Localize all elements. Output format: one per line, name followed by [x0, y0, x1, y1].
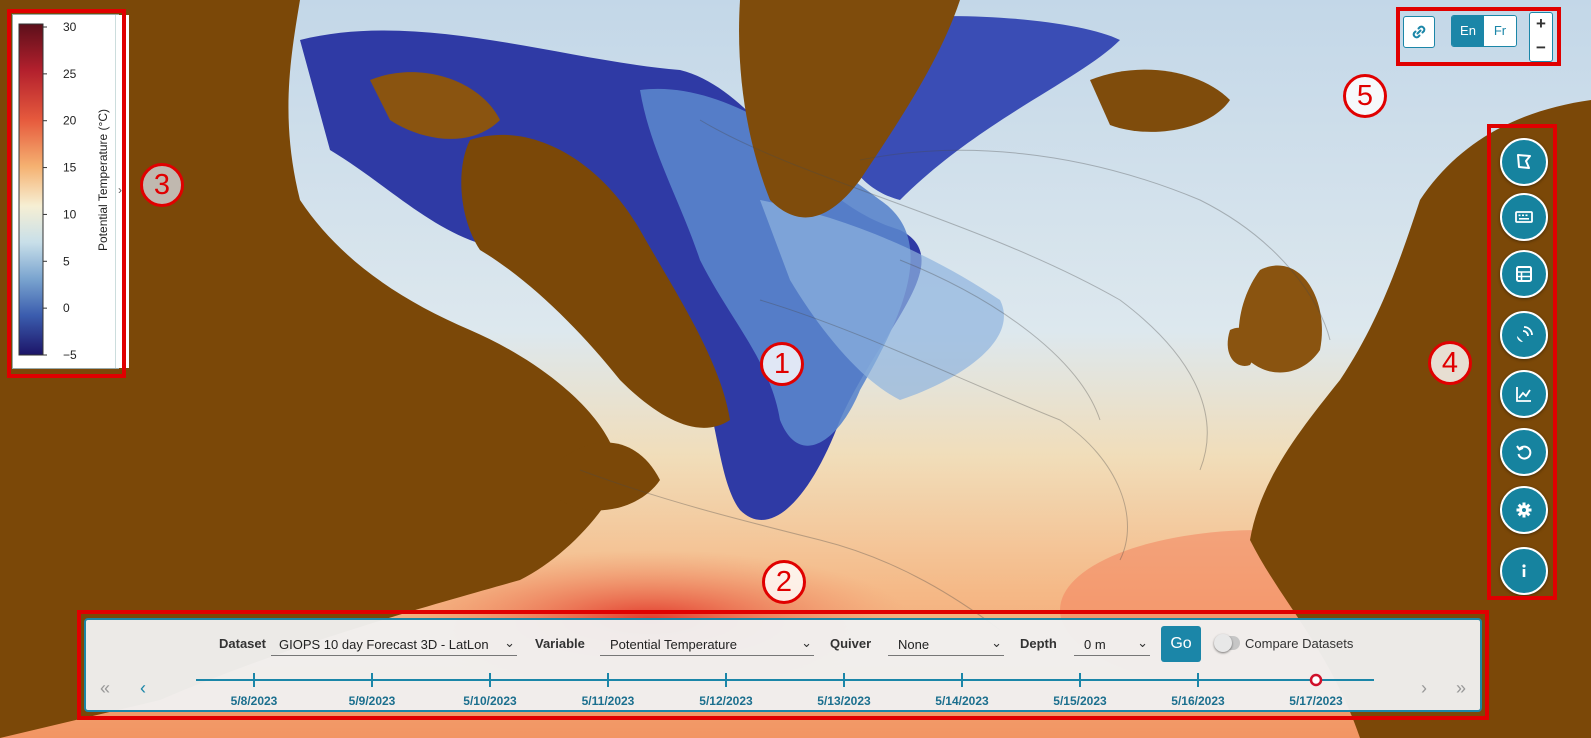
quiver-value: None [898, 637, 930, 652]
depth-label: Depth [1020, 636, 1057, 651]
quiver-label: Quiver [830, 636, 872, 651]
timeline-date-label[interactable]: 5/13/2023 [817, 694, 871, 708]
chart-button[interactable] [1500, 370, 1548, 418]
date-timeline[interactable]: 5/8/2023 5/9/2023 5/10/2023 5/11/2023 5/12/2… [86, 668, 1480, 712]
info-button[interactable] [1500, 547, 1548, 595]
language-switcher: En Fr [1451, 15, 1517, 47]
draw-area-button[interactable] [1500, 138, 1548, 186]
line-chart-icon [1516, 387, 1531, 402]
callout-2: 2 [762, 560, 806, 604]
depth-select[interactable]: 0 m ⌄ [1074, 630, 1150, 656]
table-button[interactable] [1500, 250, 1548, 298]
timeline-date-label[interactable]: 5/10/2023 [463, 694, 517, 708]
legend-tick-label: 0 [63, 301, 70, 315]
colorbar-legend: 30 25 20 15 10 5 0 −5 Potential Temperature (°C… [12, 14, 129, 369]
reset-icon [1516, 445, 1532, 460]
go-button[interactable]: Go [1161, 626, 1201, 662]
timeline-date-label[interactable]: 5/9/2023 [349, 694, 396, 708]
legend-tick-label: 30 [63, 20, 77, 34]
variable-label: Variable [535, 636, 585, 651]
legend-tick-label: 25 [63, 67, 77, 81]
satellite-icon [1517, 326, 1533, 342]
dataset-select[interactable]: GIOPS 10 day Forecast 3D - LatLon ⌄ [271, 630, 517, 656]
legend-tick-label: −5 [63, 348, 77, 362]
link-icon [1412, 25, 1426, 39]
dataset-value: GIOPS 10 day Forecast 3D - LatLon [279, 637, 489, 652]
timeline-date-label[interactable]: 5/17/2023 [1289, 694, 1343, 708]
zoom-out-button[interactable]: − [1530, 37, 1552, 61]
legend-collapse-button[interactable]: › [115, 15, 129, 368]
dataset-label: Dataset [219, 636, 266, 651]
reset-button[interactable] [1500, 428, 1548, 476]
variable-value: Potential Temperature [610, 637, 737, 652]
satellite-button[interactable] [1500, 311, 1548, 359]
share-link-button[interactable] [1403, 16, 1435, 48]
depth-value: 0 m [1084, 637, 1106, 652]
gear-icon [1516, 502, 1532, 518]
keyboard-button[interactable] [1500, 193, 1548, 241]
language-en-button[interactable]: En [1452, 16, 1484, 46]
chevron-down-icon: ⌄ [801, 635, 812, 650]
settings-button[interactable] [1500, 486, 1548, 534]
table-icon [1516, 266, 1532, 282]
legend-tick-label: 20 [63, 114, 77, 128]
timeline-date-label[interactable]: 5/12/2023 [699, 694, 753, 708]
compare-datasets-label: Compare Datasets [1245, 636, 1354, 651]
compare-datasets-toggle[interactable] [1214, 634, 1240, 652]
legend-tick-label: 15 [63, 161, 77, 175]
control-panel: Dataset GIOPS 10 day Forecast 3D - LatLo… [84, 618, 1482, 712]
callout-1: 1 [760, 342, 804, 386]
draw-area-icon [1517, 154, 1531, 169]
keyboard-icon [1515, 211, 1533, 223]
callout-3: 3 [140, 163, 184, 207]
legend-title: Potential Temperature (°C) [96, 109, 110, 251]
quiver-select[interactable]: None ⌄ [888, 630, 1004, 656]
timeline-date-label[interactable]: 5/11/2023 [582, 694, 635, 708]
timeline-selected-marker[interactable] [1309, 673, 1323, 687]
legend-tick-label: 5 [63, 254, 70, 268]
timeline-date-label[interactable]: 5/14/2023 [935, 694, 989, 708]
chevron-right-icon[interactable]: › [118, 183, 122, 197]
variable-select[interactable]: Potential Temperature ⌄ [600, 630, 814, 656]
info-icon [1522, 564, 1526, 577]
legend-tick-label: 10 [63, 207, 77, 221]
zoom-in-button[interactable]: + [1530, 13, 1552, 37]
chevron-down-icon: ⌄ [991, 635, 1002, 650]
zoom-control: + − [1529, 12, 1553, 62]
chevron-down-icon: ⌄ [1137, 635, 1148, 650]
chevron-down-icon: ⌄ [504, 635, 515, 650]
language-fr-button[interactable]: Fr [1484, 16, 1516, 46]
timeline-date-label[interactable]: 5/16/2023 [1171, 694, 1225, 708]
timeline-date-label[interactable]: 5/15/2023 [1053, 694, 1107, 708]
timeline-date-label[interactable]: 5/8/2023 [231, 694, 278, 708]
callout-5: 5 [1343, 74, 1387, 118]
callout-4: 4 [1428, 341, 1472, 385]
